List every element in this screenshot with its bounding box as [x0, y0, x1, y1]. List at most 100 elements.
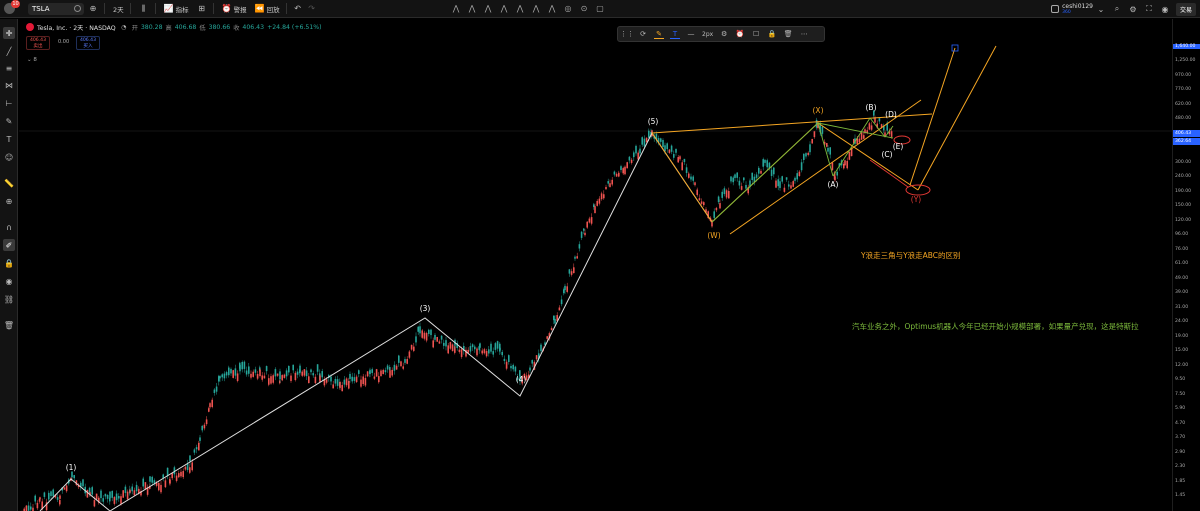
account-menu[interactable]: ceshi0129 360 ⌄	[1051, 3, 1106, 15]
text-icon[interactable]: T	[3, 133, 15, 145]
drag-handle-icon[interactable]: ⋮⋮	[620, 29, 634, 39]
interval-button[interactable]: 2天	[113, 4, 124, 14]
pattern-tool-2-icon[interactable]: ⋀	[466, 2, 478, 14]
target-tool-icon[interactable]: ◎	[562, 2, 574, 14]
annotation-orange[interactable]: Y浪走三角与Y浪走ABC的区别	[861, 250, 961, 261]
search-icon[interactable]: ⌕	[1112, 4, 1122, 14]
forecast-icon[interactable]: ⊢	[3, 97, 15, 109]
rectangle-tool-icon[interactable]: ▢	[594, 2, 606, 14]
buy-button[interactable]: 406.43 买入	[76, 36, 100, 50]
wave-label-wd: (D)	[885, 110, 897, 119]
chart-type-button[interactable]: ⫼	[139, 4, 149, 14]
pattern-tool-7-icon[interactable]: ⋀	[546, 2, 558, 14]
crosshair-icon[interactable]: ✛	[3, 27, 15, 39]
candle-body	[732, 177, 734, 183]
candle-body	[325, 379, 328, 383]
ruler-icon[interactable]: 📏	[3, 177, 15, 189]
link-icon[interactable]: ⛓	[3, 293, 15, 305]
sell-button[interactable]: 406.43 卖出	[26, 36, 50, 50]
projection-arrow	[869, 159, 909, 188]
symbol-search[interactable]: TSLA	[28, 2, 84, 15]
fullscreen-icon[interactable]: ⛶	[1144, 4, 1154, 14]
candle-body	[274, 369, 277, 377]
eye-icon[interactable]: ◉	[3, 275, 15, 287]
price-tick: 76.00	[1175, 246, 1189, 252]
price-tick: 300.00	[1175, 159, 1192, 165]
indicators-collapse[interactable]: ⌄ 8	[27, 57, 37, 63]
layouts-button[interactable]: ⊞	[197, 4, 207, 14]
visibility-icon[interactable]: ☐	[751, 29, 761, 39]
redo-icon[interactable]: ↷	[307, 4, 317, 14]
pin-tool-icon[interactable]: ⊙	[578, 2, 590, 14]
pattern-tool-1-icon[interactable]: ⋀	[450, 2, 462, 14]
candle-body	[213, 389, 216, 393]
wave-label-w4: (4)	[516, 375, 527, 384]
w-x-green	[711, 122, 819, 223]
candle-body	[419, 326, 421, 334]
eye-icon[interactable]: ◔	[119, 22, 129, 32]
candle-body	[615, 173, 618, 177]
lock-icon[interactable]: 🔒	[3, 257, 15, 269]
zoom-icon[interactable]: ⊕	[3, 195, 15, 207]
candle-body	[574, 256, 576, 259]
alert-icon[interactable]: ⏰	[735, 29, 745, 39]
trade-button[interactable]: 交易	[1175, 2, 1196, 16]
pattern-tool-3-icon[interactable]: ⋀	[482, 2, 494, 14]
text-color-icon[interactable]: T	[670, 29, 680, 39]
wave-label-ww: (W)	[707, 231, 720, 240]
magnet-icon[interactable]: ∩	[3, 221, 15, 233]
icon-tool-icon[interactable]: ☺	[3, 151, 15, 163]
candle-body	[781, 176, 783, 182]
price-axis[interactable]: 1,640.00 1,250.00 970.00 770.00 620.00 480.00…	[1172, 19, 1200, 511]
wave-label-w1: (1)	[66, 463, 77, 472]
candle-body	[692, 176, 694, 181]
pattern-tool-4-icon[interactable]: ⋀	[498, 2, 510, 14]
candle-body	[890, 131, 893, 137]
compare-icon[interactable]	[74, 5, 81, 12]
annotation-green[interactable]: 汽车业务之外，Optimus机器人今年已经开始小规模部署，如果量产兑现，这是特斯…	[852, 321, 1180, 332]
app-logo[interactable]: 10	[0, 0, 22, 18]
add-symbol-icon[interactable]: ⊕	[88, 4, 98, 14]
high-label: 高	[165, 24, 172, 32]
candle-body	[30, 506, 32, 510]
price-tick: 770.00	[1175, 87, 1192, 93]
settings-icon[interactable]: ⚙	[719, 29, 729, 39]
candle-body	[670, 145, 673, 152]
candle-body	[301, 371, 303, 376]
price-chart[interactable]: (1) (3) (4) (5) (W) (X) (Y) (A) (B) (C) (D) (E)	[19, 19, 1172, 511]
price-tick: 2.90	[1175, 449, 1186, 455]
alert-button[interactable]: ⏰ 警报	[222, 4, 247, 14]
pattern-tool-5-icon[interactable]: ⋀	[514, 2, 526, 14]
candle-body	[261, 375, 263, 380]
delete-icon[interactable]: 🗑	[783, 29, 793, 39]
fib-icon[interactable]: ≡	[3, 62, 15, 74]
stroke-width-label[interactable]: 2px	[702, 31, 713, 38]
stay-drawing-icon[interactable]: ✐	[3, 239, 15, 251]
candle-body	[334, 379, 337, 384]
candle-body	[609, 183, 611, 188]
candle-body	[826, 143, 828, 147]
trendline-icon[interactable]: ╱	[3, 45, 15, 57]
line-width-icon[interactable]: —	[686, 29, 696, 39]
template-icon[interactable]: ⟳	[638, 29, 648, 39]
replay-button[interactable]: ⏪ 回放	[255, 4, 280, 14]
settings-icon[interactable]: ⚙	[1128, 4, 1138, 14]
candle-body	[425, 333, 428, 341]
undo-icon[interactable]: ↶	[293, 4, 303, 14]
price-tick: 120.00	[1175, 217, 1192, 223]
indicators-button[interactable]: 📈 指标	[164, 4, 189, 14]
pattern-icon[interactable]: ⋈	[3, 79, 15, 91]
candle-body	[630, 159, 633, 163]
username: ceshi0129	[1062, 3, 1093, 10]
trash-icon[interactable]: 🗑	[3, 319, 15, 331]
candle-body	[677, 157, 679, 163]
pattern-tool-6-icon[interactable]: ⋀	[530, 2, 542, 14]
more-icon[interactable]: ⋯	[799, 29, 809, 39]
lock-icon[interactable]: 🔒	[767, 29, 777, 39]
camera-icon[interactable]: ◉	[1160, 4, 1170, 14]
change-value: +24.84 (+6.51%)	[267, 23, 322, 31]
candle-body	[666, 143, 668, 150]
candle-body	[211, 399, 213, 407]
line-color-icon[interactable]: ✎	[654, 29, 664, 39]
brush-icon[interactable]: ✎	[3, 115, 15, 127]
